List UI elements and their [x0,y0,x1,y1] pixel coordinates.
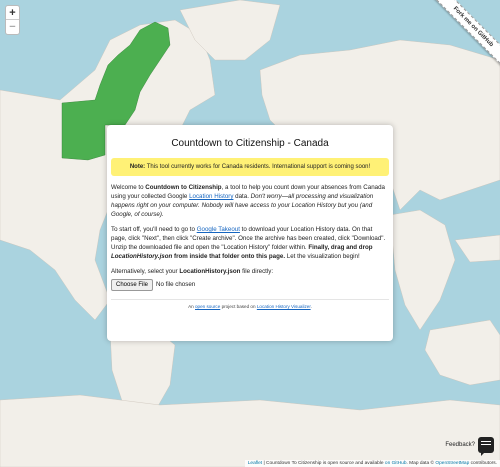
footer-text-1: An [188,304,195,310]
intro-card: Countdown to Citizenship - Canada Note: … [107,125,393,341]
file-picker: Choose File No file chosen [111,279,389,292]
notice-text: This tool currently works for Canada res… [145,163,371,170]
leaflet-link[interactable]: Leaflet [248,461,262,466]
location-history-link[interactable]: Location History [189,193,233,200]
feedback-label: Feedback? [445,442,475,448]
fork-me-link[interactable]: Fork me on GitHub [430,0,500,70]
steps-filename: LocationHistory.json [111,253,173,261]
steps-bold-2: from inside that folder onto this page. [172,253,286,261]
steps-text-1: To start off, you'll need to go to [111,226,197,234]
page-title: Countdown to Citizenship - Canada [171,138,329,149]
intro-text-1: Welcome to [111,184,146,192]
feedback-widget[interactable]: Feedback? [445,437,494,456]
visualizer-link[interactable]: Location History Visualizer [257,304,311,309]
steps-paragraph: To start off, you'll need to go to Googl… [111,226,389,262]
footer-text-2: project based on [220,304,257,310]
github-ribbon: Fork me on GitHub [430,0,500,70]
zoom-out-button[interactable]: − [6,20,19,34]
no-file-label: No file chosen [156,280,196,288]
antarctica-landmass [0,394,500,467]
attribution-text-2: . Map data © [406,461,436,466]
google-takeout-link[interactable]: Google Takeout [197,226,240,233]
github-link[interactable]: on GitHub [385,461,407,466]
footer-text-3: . [310,304,312,310]
choose-file-button[interactable]: Choose File [111,279,154,292]
intro-paragraph: Welcome to Countdown to Citizenship, a t… [111,184,389,220]
alt-text-2: file directly: [240,268,274,276]
intro-text-3: data. [233,193,251,201]
notice-banner: Note: This tool currently works for Cana… [111,157,389,177]
attribution-text-3: contributors. [469,461,497,466]
divider [111,299,389,301]
steps-bold-1: Finally, drag and drop [308,244,373,252]
alt-paragraph: Alternatively, select your LocationHisto… [111,268,389,277]
zoom-in-button[interactable]: + [6,6,19,20]
intro-app-name: Countdown to Citizenship [145,184,222,192]
card-footer: An open source project based on Location… [111,304,389,311]
openstreetmap-link[interactable]: OpenStreetMap [435,461,469,466]
alt-text-1: Alternatively, select your [111,268,180,276]
chat-bubble-icon[interactable] [478,437,494,456]
steps-text-3: Let the visualization begin! [285,253,360,261]
alt-filename: LocationHistory.json [179,268,241,276]
zoom-control: + − [5,5,20,35]
open-source-link[interactable]: open source [195,304,220,309]
notice-label: Note: [129,163,146,170]
map-attribution: Leaflet | Countdown To Citizenship is op… [244,460,500,467]
attribution-text-1: | Countdown To Citizenship is open sourc… [262,461,385,466]
